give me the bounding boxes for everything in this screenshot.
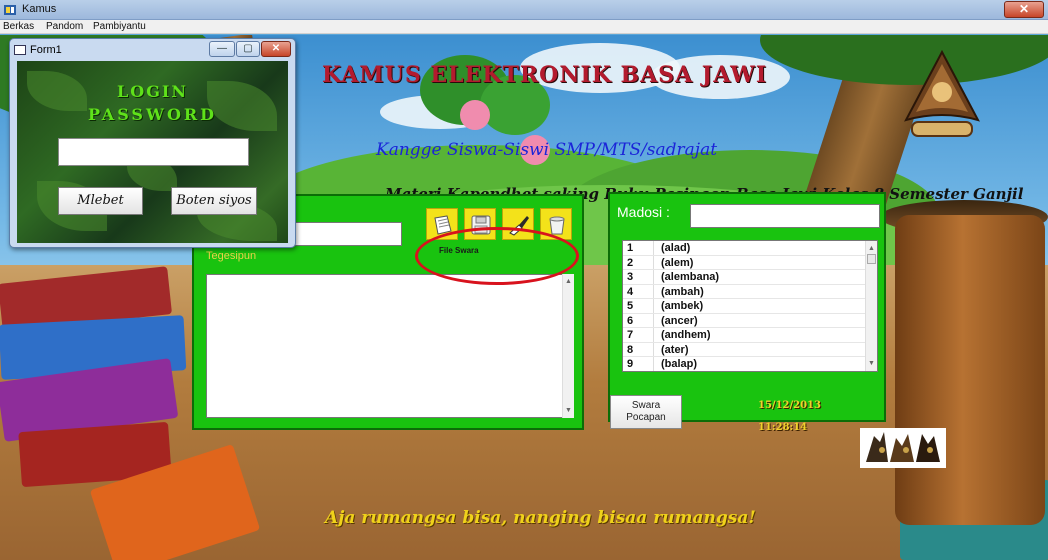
list-item[interactable]: 1 (alad) [623, 241, 867, 256]
login-dialog: Form1 — ▢ ✕ LOGIN PASSWORD Mlebet Boten … [9, 38, 296, 248]
list-item[interactable]: 4 (ambah) [623, 284, 867, 299]
menu-pambiyantu[interactable]: Pambiyantu [93, 21, 146, 32]
search-input[interactable] [690, 204, 880, 228]
window-title: Kamus [22, 3, 57, 15]
maximize-button[interactable]: ▢ [236, 41, 260, 57]
list-item[interactable]: 5 (ambek) [623, 299, 867, 314]
list-item[interactable]: 9 (balap) [623, 357, 867, 371]
search-panel: Madosi : 1 (alad) 2 (alem) 3 (alembana) 4 (a… [608, 192, 886, 422]
password-label: PASSWORD [87, 105, 218, 124]
window-close-button[interactable]: ✕ [1004, 1, 1044, 18]
time-display: 11:28:14 [758, 422, 808, 433]
app-icon [4, 5, 16, 15]
tegesipun-label: Tegesipun [206, 250, 257, 262]
gunungan-emblem-icon [904, 50, 980, 137]
list-item[interactable]: 7 (andhem) [623, 328, 867, 343]
login-client-area: LOGIN PASSWORD Mlebet Boten siyos [17, 61, 288, 243]
highlight-ring [415, 227, 579, 285]
menu-berkas[interactable]: Berkas [3, 21, 34, 32]
app-headline: KAMUS ELEKTRONIK BASA JAWI [322, 62, 768, 88]
motto-text: Aja rumangsa bisa, nanging bisaa rumangs… [325, 508, 756, 528]
form-icon [14, 45, 26, 55]
swara-pocapan-button[interactable]: Swara Pocapan [610, 395, 682, 429]
app-subtitle: Kangge Siswa-Siswi SMP/MTS/sadrajat [376, 140, 718, 160]
password-field[interactable] [58, 138, 249, 166]
minimize-button[interactable]: — [209, 41, 235, 57]
madosi-label: Madosi : [617, 204, 670, 220]
mlebet-button[interactable]: Mlebet [58, 187, 143, 215]
list-item[interactable]: 6 (ancer) [623, 313, 867, 328]
word-list[interactable]: 1 (alad) 2 (alem) 3 (alembana) 4 (ambah) 5 (a… [622, 240, 878, 372]
menu-bar: Berkas Pandom Pambiyantu [0, 20, 1048, 34]
list-item[interactable]: 8 (ater) [623, 342, 867, 357]
dialog-close-button[interactable]: ✕ [261, 41, 291, 57]
login-label: LOGIN [117, 82, 188, 101]
list-item[interactable]: 2 (alem) [623, 255, 867, 270]
swara-button-line1: Swara [631, 400, 661, 411]
meaning-scrollbar[interactable]: ▲ ▼ [562, 274, 574, 418]
meaning-textarea[interactable] [206, 274, 574, 418]
boten-siyos-button[interactable]: Boten siyos [171, 187, 257, 215]
wayang-figures-icon [860, 428, 946, 468]
menu-pandom[interactable]: Pandom [46, 21, 83, 32]
date-display: 15/12/2013 [758, 400, 821, 411]
swara-button-line2: Pocapan [626, 412, 666, 423]
login-dialog-title: Form1 [30, 44, 62, 56]
title-bar: Kamus ✕ [0, 0, 1048, 20]
list-item[interactable]: 3 (alembana) [623, 270, 867, 285]
word-list-scrollbar[interactable]: ▲ ▼ [865, 241, 877, 371]
